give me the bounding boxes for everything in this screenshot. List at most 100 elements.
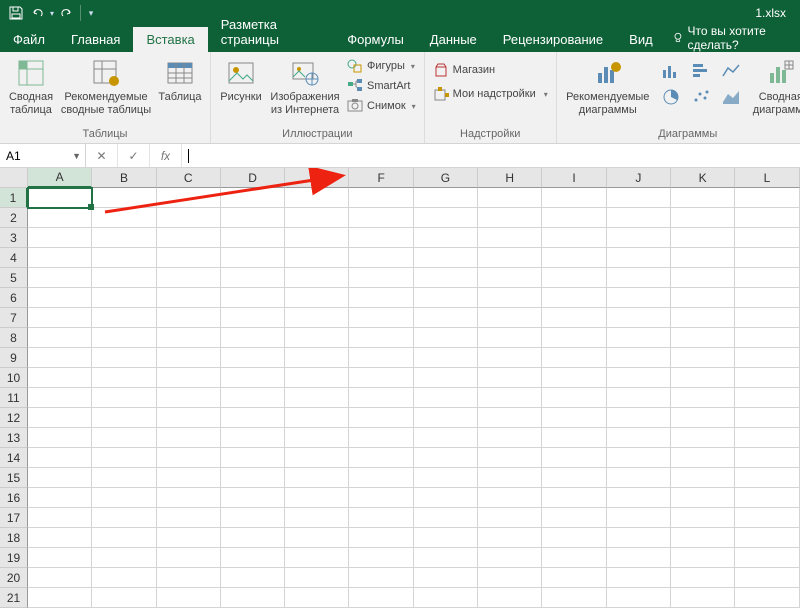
cell-D14[interactable] [221, 448, 285, 468]
cell-H1[interactable] [478, 188, 542, 208]
cell-F11[interactable] [349, 388, 413, 408]
cell-A1[interactable] [28, 188, 92, 208]
cell-C5[interactable] [157, 268, 221, 288]
cell-B10[interactable] [92, 368, 156, 388]
row-header-6[interactable]: 6 [0, 288, 28, 308]
cell-F8[interactable] [349, 328, 413, 348]
cell-J15[interactable] [607, 468, 671, 488]
cell-B8[interactable] [92, 328, 156, 348]
cell-H20[interactable] [478, 568, 542, 588]
cell-B5[interactable] [92, 268, 156, 288]
chart-bar-icon[interactable] [657, 59, 685, 83]
cell-A18[interactable] [28, 528, 92, 548]
cell-F18[interactable] [349, 528, 413, 548]
redo-icon[interactable] [56, 3, 76, 23]
cell-C13[interactable] [157, 428, 221, 448]
cell-F19[interactable] [349, 548, 413, 568]
row-header-16[interactable]: 16 [0, 488, 28, 508]
cell-L19[interactable] [735, 548, 799, 568]
cell-J2[interactable] [607, 208, 671, 228]
cell-A11[interactable] [28, 388, 92, 408]
cell-H9[interactable] [478, 348, 542, 368]
chart-scatter-icon[interactable] [687, 85, 715, 109]
cell-G16[interactable] [414, 488, 478, 508]
cell-H13[interactable] [478, 428, 542, 448]
cell-D5[interactable] [221, 268, 285, 288]
cell-K21[interactable] [671, 588, 735, 608]
cell-H2[interactable] [478, 208, 542, 228]
tab-view[interactable]: Вид [616, 27, 666, 52]
smartart-button[interactable]: SmartArt [345, 77, 418, 95]
cell-E8[interactable] [285, 328, 349, 348]
formula-input[interactable] [182, 144, 800, 167]
cell-E11[interactable] [285, 388, 349, 408]
cell-C15[interactable] [157, 468, 221, 488]
cell-C10[interactable] [157, 368, 221, 388]
cell-D6[interactable] [221, 288, 285, 308]
row-header-13[interactable]: 13 [0, 428, 28, 448]
cell-H14[interactable] [478, 448, 542, 468]
row-header-20[interactable]: 20 [0, 568, 28, 588]
cell-H4[interactable] [478, 248, 542, 268]
cell-C2[interactable] [157, 208, 221, 228]
col-header-D[interactable]: D [221, 168, 285, 188]
tab-home[interactable]: Главная [58, 27, 133, 52]
save-icon[interactable] [6, 3, 26, 23]
cell-I8[interactable] [542, 328, 606, 348]
cell-H17[interactable] [478, 508, 542, 528]
row-header-11[interactable]: 11 [0, 388, 28, 408]
tab-file[interactable]: Файл [0, 27, 58, 52]
cell-C4[interactable] [157, 248, 221, 268]
cancel-formula-button[interactable]: ✕ [86, 144, 118, 167]
cell-A10[interactable] [28, 368, 92, 388]
cell-J9[interactable] [607, 348, 671, 368]
cell-I13[interactable] [542, 428, 606, 448]
cell-J7[interactable] [607, 308, 671, 328]
cell-L18[interactable] [735, 528, 799, 548]
cell-J11[interactable] [607, 388, 671, 408]
cell-A6[interactable] [28, 288, 92, 308]
cell-L3[interactable] [735, 228, 799, 248]
cell-J4[interactable] [607, 248, 671, 268]
cell-K14[interactable] [671, 448, 735, 468]
cell-F5[interactable] [349, 268, 413, 288]
cell-F14[interactable] [349, 448, 413, 468]
cell-E14[interactable] [285, 448, 349, 468]
cell-C12[interactable] [157, 408, 221, 428]
col-header-F[interactable]: F [349, 168, 413, 188]
tell-me-search[interactable]: Что вы хотите сделать? [672, 24, 800, 52]
col-header-E[interactable]: E [285, 168, 349, 188]
cell-A21[interactable] [28, 588, 92, 608]
row-header-19[interactable]: 19 [0, 548, 28, 568]
cell-L9[interactable] [735, 348, 799, 368]
cell-C11[interactable] [157, 388, 221, 408]
cell-E4[interactable] [285, 248, 349, 268]
cell-B14[interactable] [92, 448, 156, 468]
cell-B12[interactable] [92, 408, 156, 428]
my-addins-button[interactable]: Мои надстройки▾ [431, 85, 550, 103]
cell-K1[interactable] [671, 188, 735, 208]
cell-F21[interactable] [349, 588, 413, 608]
cell-H12[interactable] [478, 408, 542, 428]
cell-I9[interactable] [542, 348, 606, 368]
cell-L5[interactable] [735, 268, 799, 288]
cell-H15[interactable] [478, 468, 542, 488]
cell-I12[interactable] [542, 408, 606, 428]
cell-L21[interactable] [735, 588, 799, 608]
cell-I18[interactable] [542, 528, 606, 548]
cell-J12[interactable] [607, 408, 671, 428]
cell-G18[interactable] [414, 528, 478, 548]
cell-H7[interactable] [478, 308, 542, 328]
cell-I21[interactable] [542, 588, 606, 608]
cell-H16[interactable] [478, 488, 542, 508]
cell-G9[interactable] [414, 348, 478, 368]
cell-J17[interactable] [607, 508, 671, 528]
cell-B1[interactable] [92, 188, 156, 208]
cell-L2[interactable] [735, 208, 799, 228]
cell-C18[interactable] [157, 528, 221, 548]
cell-I6[interactable] [542, 288, 606, 308]
cell-J3[interactable] [607, 228, 671, 248]
cell-G12[interactable] [414, 408, 478, 428]
cell-I3[interactable] [542, 228, 606, 248]
qat-customize-icon[interactable]: ▾ [85, 3, 97, 23]
